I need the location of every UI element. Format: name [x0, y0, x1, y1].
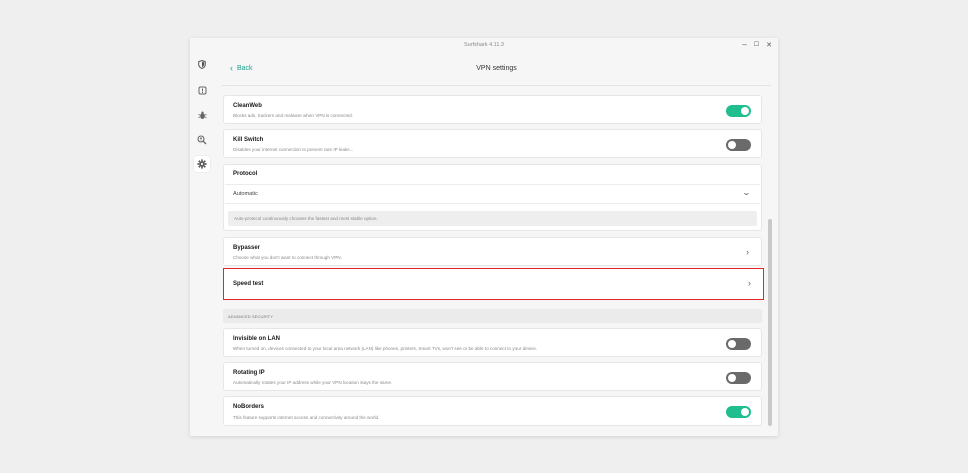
rotating-ip-row: Rotating IP Automatically rotates your I… [223, 362, 762, 391]
window-title: Surfshark 4.11.3 [464, 42, 504, 48]
rotating-ip-title: Rotating IP [233, 370, 265, 376]
protocol-value: Automatic [233, 191, 258, 197]
chevron-right-icon: › [746, 247, 749, 257]
cleanweb-title: CleanWeb [233, 103, 262, 109]
invisible-lan-toggle[interactable] [726, 338, 751, 350]
noborders-title: NoBorders [233, 404, 265, 410]
titlebar: Surfshark 4.11.3 – ☐ ✕ [190, 38, 778, 52]
advanced-security-label: ADVANCED SECURITY [228, 313, 273, 319]
kill-switch-row: Kill Switch Disables your internet conne… [223, 129, 762, 158]
cleanweb-toggle[interactable] [726, 105, 751, 117]
invisible-lan-title: Invisible on LAN [233, 336, 281, 342]
noborders-row: NoBorders This feature supports internet… [223, 396, 762, 426]
bypasser-description: Choose what you don't want to connect th… [233, 255, 342, 260]
invisible-lan-description: When turned on, devices connected to you… [233, 346, 538, 351]
protocol-note-text: Auto-protocol continuously chooses the f… [234, 216, 378, 221]
window-controls: – ☐ ✕ [742, 38, 772, 52]
alert-icon[interactable] [197, 85, 207, 95]
speed-test-title: Speed test [233, 281, 264, 287]
settings-icon[interactable] [197, 159, 207, 169]
scrollbar[interactable] [768, 219, 772, 426]
settings-main: ‹ Back VPN settings CleanWeb Blocks ads,… [222, 52, 774, 436]
cleanweb-description: Blocks ads, trackers and malware when VP… [233, 113, 354, 118]
page-title: VPN settings [476, 65, 517, 72]
kill-switch-title: Kill Switch [233, 137, 264, 143]
protocol-select[interactable]: Automatic ⌄ [225, 184, 760, 204]
bypasser-title: Bypasser [233, 245, 261, 251]
protocol-card: Protocol Automatic ⌄ Auto-protocol conti… [223, 164, 762, 231]
advanced-security-header: ADVANCED SECURITY [223, 309, 762, 323]
noborders-description: This feature supports internet access an… [233, 415, 380, 420]
chevron-right-icon: › [748, 278, 751, 288]
search-person-icon[interactable] [197, 135, 207, 145]
protocol-note: Auto-protocol continuously chooses the f… [228, 211, 757, 226]
invisible-lan-row: Invisible on LAN When turned on, devices… [223, 328, 762, 357]
protocol-title: Protocol [233, 171, 258, 177]
close-button[interactable]: ✕ [766, 42, 772, 49]
minimize-button[interactable]: – [742, 41, 746, 49]
bug-icon[interactable] [197, 110, 207, 120]
bypasser-row[interactable]: Bypasser Choose what you don't want to c… [223, 237, 762, 266]
app-window: Surfshark 4.11.3 – ☐ ✕ ‹ Back VPN settin… [190, 38, 778, 436]
cleanweb-row: CleanWeb Blocks ads, trackers and malwar… [223, 95, 762, 124]
rotating-ip-description: Automatically rotates your IP address wh… [233, 380, 393, 385]
page-header: ‹ Back VPN settings [222, 52, 771, 86]
shield-icon[interactable] [197, 59, 207, 69]
rotating-ip-toggle[interactable] [726, 372, 751, 384]
chevron-down-icon: ⌄ [741, 188, 752, 197]
maximize-button[interactable]: ☐ [754, 42, 759, 48]
nav-rail [190, 52, 214, 436]
speed-test-row[interactable]: Speed test › [223, 268, 764, 300]
noborders-toggle[interactable] [726, 406, 751, 418]
kill-switch-description: Disables your internet connection to pre… [233, 147, 354, 152]
kill-switch-toggle[interactable] [726, 139, 751, 151]
